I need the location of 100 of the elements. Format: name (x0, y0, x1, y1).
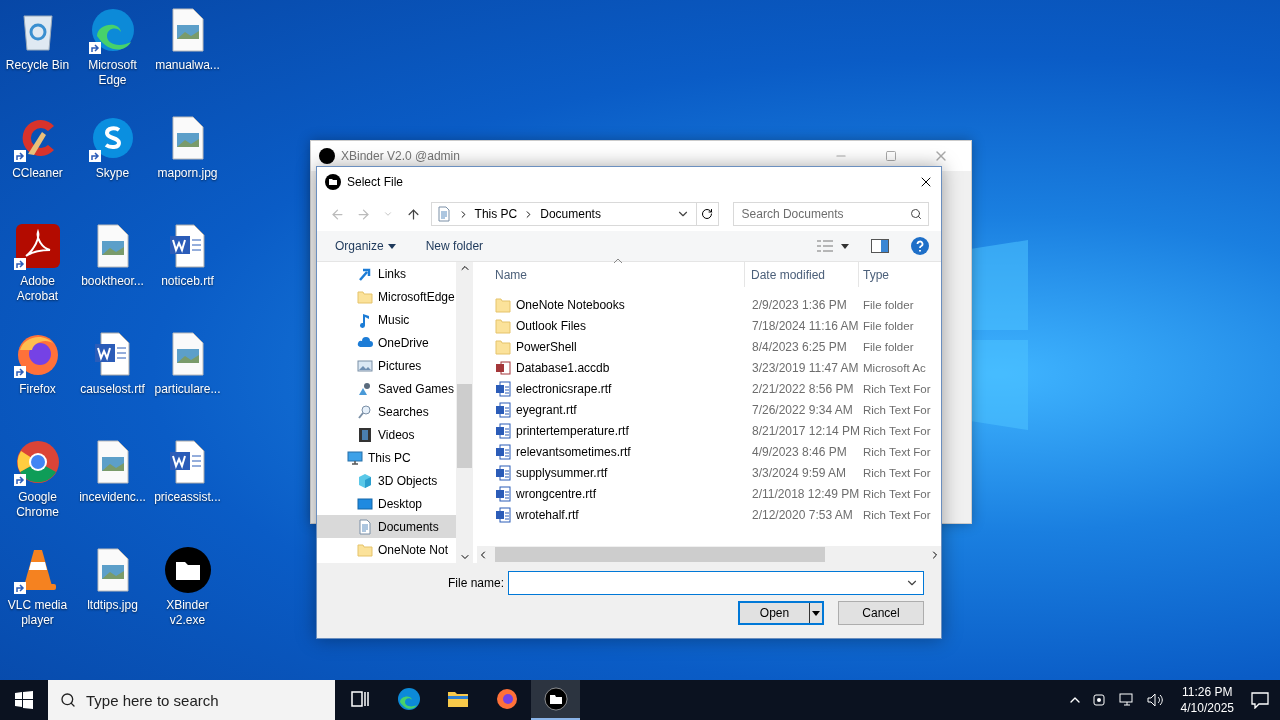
cancel-button[interactable]: Cancel (838, 601, 924, 625)
game-pieces-icon (357, 380, 373, 397)
taskbar-search-field[interactable]: Type here to search (48, 680, 335, 720)
word-document-icon (495, 401, 511, 418)
file-name-field[interactable] (508, 571, 924, 595)
file-name-cell[interactable]: OneNote Notebooks (477, 296, 745, 313)
address-bar[interactable]: This PC Documents (430, 202, 719, 226)
tree-item[interactable]: Music (317, 308, 456, 331)
document-icon (435, 206, 452, 222)
dialog-title: Select File (347, 175, 405, 189)
tree-item[interactable]: MicrosoftEdge (317, 285, 456, 308)
speaker-icon[interactable] (1146, 692, 1165, 708)
scrollbar-thumb[interactable] (495, 547, 825, 562)
word-document-icon (495, 443, 511, 460)
desktop-icon-label[interactable]: Skype (75, 166, 150, 181)
scrollbar-thumb[interactable] (457, 384, 472, 468)
desktop-icon-label[interactable]: Firefox (0, 382, 75, 397)
search-field[interactable]: Search Documents (732, 202, 929, 226)
field-label: File name: (447, 576, 504, 590)
file-name-cell[interactable]: wrongcentre.rtf (477, 485, 745, 502)
date-cell-text: 2/9/2023 1:36 PM (751, 297, 848, 312)
tree-item[interactable]: This PC (317, 446, 456, 469)
app-icon (319, 148, 335, 164)
file-name-cell[interactable]: supplysummer.rtf (477, 464, 745, 481)
tree-item[interactable]: OneNote Not (317, 538, 456, 561)
organize-menu[interactable]: Organize (335, 239, 396, 253)
clock[interactable]: 11:26 PM 4/10/2025 (1174, 684, 1240, 716)
desktop-icon-label[interactable]: XBinder v2.exe (150, 598, 225, 628)
column-header[interactable]: Name (477, 262, 745, 287)
file-name-cell[interactable]: PowerShell (477, 338, 745, 355)
word-document-icon (495, 506, 511, 523)
type-cell-text: File folder (862, 298, 915, 311)
type-cell-text: Rich Text For (862, 424, 932, 437)
breadcrumb-item[interactable]: This PC (474, 207, 518, 221)
caret-icon (387, 243, 396, 249)
toolbar-button[interactable]: New folder (425, 239, 484, 253)
desktop-icon-label[interactable]: Recycle Bin (0, 58, 75, 73)
search-icon (357, 403, 373, 420)
tree-item[interactable]: Desktop (317, 492, 456, 515)
tree-item[interactable]: OneDrive (317, 331, 456, 354)
notification-icon[interactable] (1250, 691, 1270, 709)
desktop-icon-label[interactable]: ltdtips.jpg (75, 598, 150, 613)
breadcrumb-item[interactable]: Documents (540, 207, 601, 221)
date-cell-text: 7/18/2024 11:16 AM (751, 318, 859, 333)
desktop-icon-label[interactable]: booktheor... (75, 274, 150, 289)
date-cell-text: 8/4/2023 6:25 PM (751, 339, 848, 354)
desktop-icon-label[interactable]: Adobe Acrobat (0, 274, 75, 304)
desktop-icon-label[interactable]: causelost.rtf (75, 382, 150, 397)
desktop-icon-label[interactable]: CCleaner (0, 166, 75, 181)
column-header[interactable]: Type (859, 262, 939, 287)
type-cell-text: Rich Text For (862, 487, 932, 500)
file-name-cell[interactable]: electronicsrape.rtf (477, 380, 745, 397)
desktop-icon-label[interactable]: maporn.jpg (150, 166, 225, 181)
taskbar-app-button[interactable] (531, 680, 580, 720)
tree-item[interactable]: Searches (317, 400, 456, 423)
file-name-cell[interactable]: wrotehalf.rtf (477, 506, 745, 523)
word-document-icon (495, 380, 511, 397)
help-icon[interactable] (911, 237, 929, 255)
date-cell-text: 4/9/2023 8:46 PM (751, 444, 848, 459)
tree-item[interactable]: Pictures (317, 354, 456, 377)
folder-icon (357, 541, 373, 558)
firefox-icon (494, 687, 519, 711)
type-cell-text: Rich Text For (862, 508, 932, 521)
folder-icon (495, 296, 511, 313)
tree-item[interactable]: 3D Objects (317, 469, 456, 492)
desktop-icon-label[interactable]: incevidenc... (75, 490, 150, 505)
search-icon (60, 692, 76, 708)
desktop-icon-label[interactable]: VLC media player (0, 598, 75, 628)
file-name-cell[interactable]: eyegrant.rtf (477, 401, 745, 418)
film-icon (357, 426, 373, 443)
arrow-right-icon (355, 206, 371, 222)
file-name-cell[interactable]: printertemperature.rtf (477, 422, 745, 439)
tree-item[interactable]: Saved Games (317, 377, 456, 400)
scrollbar[interactable] (477, 546, 941, 563)
file-name-cell[interactable]: relevantsometimes.rtf (477, 443, 745, 460)
document-icon (357, 518, 373, 535)
desktop-icon-label[interactable]: Google Chrome (0, 490, 75, 520)
tree-item[interactable]: Documents (317, 515, 456, 538)
desktop-icon-label[interactable]: manualwa... (150, 58, 225, 73)
monitor-icon (357, 495, 373, 512)
scrollbar[interactable] (456, 262, 473, 563)
column-header[interactable]: Date modified (745, 262, 859, 287)
desktop-icon-label[interactable]: Microsoft Edge (75, 58, 150, 88)
open-button[interactable]: Open (738, 601, 824, 625)
edge-icon (396, 687, 421, 711)
desktop-icon-label[interactable]: particulare... (150, 382, 225, 397)
file-name-cell[interactable]: Outlook Files (477, 317, 745, 334)
date-cell-text: 8/21/2017 12:14 PM (751, 423, 859, 438)
word-document-icon (495, 422, 511, 439)
tree-item[interactable]: Videos (317, 423, 456, 446)
date-cell-text: 3/3/2024 9:59 AM (751, 465, 848, 480)
view-options-icon[interactable] (817, 240, 849, 252)
desktop-icon-label[interactable]: noticeb.rtf (150, 274, 225, 289)
type-cell-text: Rich Text For (862, 466, 932, 479)
preview-pane-icon[interactable] (871, 239, 889, 253)
app-icon (325, 174, 341, 190)
maximize-icon (885, 150, 897, 162)
tree-item[interactable]: Links (317, 262, 456, 285)
file-name-cell[interactable]: Database1.accdb (477, 359, 745, 376)
desktop-icon-label[interactable]: priceassist... (150, 490, 225, 505)
